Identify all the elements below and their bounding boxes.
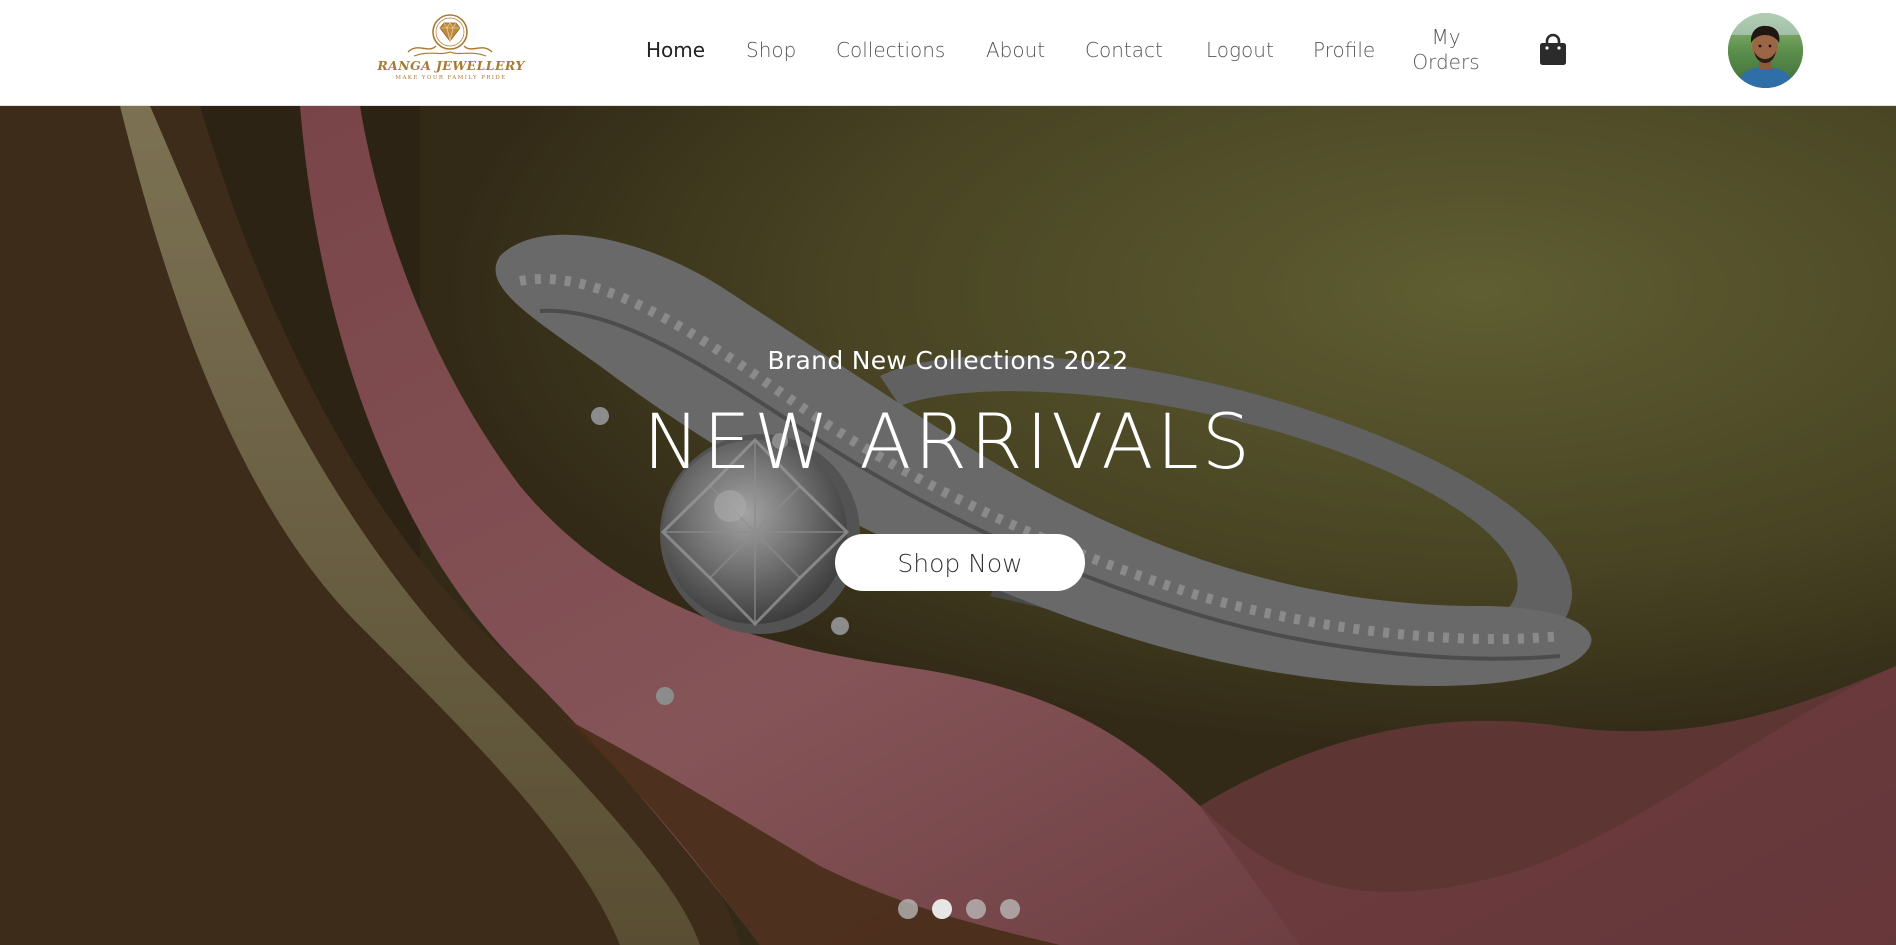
nav-about-link[interactable]: About	[986, 38, 1045, 63]
brand-name: RANGA JEWELLERY	[377, 58, 525, 73]
brand-logo[interactable]: RANGA JEWELLERY MAKE YOUR FAMILY PRIDE	[372, 12, 530, 86]
hero-ring-image	[0, 106, 1896, 945]
slide-dot-1[interactable]	[898, 899, 918, 919]
nav-home-link[interactable]: Home	[646, 38, 705, 63]
nav-collections-link[interactable]: Collections	[836, 38, 945, 63]
top-navbar: RANGA JEWELLERY MAKE YOUR FAMILY PRIDE H…	[0, 0, 1896, 106]
diamond-emblem-icon	[407, 14, 493, 57]
nav-my-orders-link[interactable]: My Orders	[1404, 25, 1488, 75]
brand-tagline: MAKE YOUR FAMILY PRIDE	[395, 75, 507, 81]
hero-subtitle: Brand New Collections 2022	[767, 346, 1129, 375]
user-avatar[interactable]	[1728, 13, 1803, 88]
slide-dot-4[interactable]	[1000, 899, 1020, 919]
user-photo-icon	[1728, 13, 1803, 88]
slide-dot-2[interactable]	[932, 899, 952, 919]
nav-profile-link[interactable]: Profile	[1313, 38, 1375, 63]
shop-now-button[interactable]: Shop Now	[835, 534, 1085, 591]
hero-title: NEW ARRIVALS	[643, 397, 1253, 486]
nav-contact-link[interactable]: Contact	[1085, 38, 1163, 63]
nav-logout-link[interactable]: Logout	[1206, 38, 1274, 63]
slider-pagination	[898, 899, 1023, 921]
shopping-bag-icon[interactable]	[1536, 32, 1570, 66]
nav-shop-link[interactable]: Shop	[746, 38, 796, 63]
hero-slider: Brand New Collections 2022 NEW ARRIVALS …	[0, 106, 1896, 945]
slide-dot-3[interactable]	[966, 899, 986, 919]
